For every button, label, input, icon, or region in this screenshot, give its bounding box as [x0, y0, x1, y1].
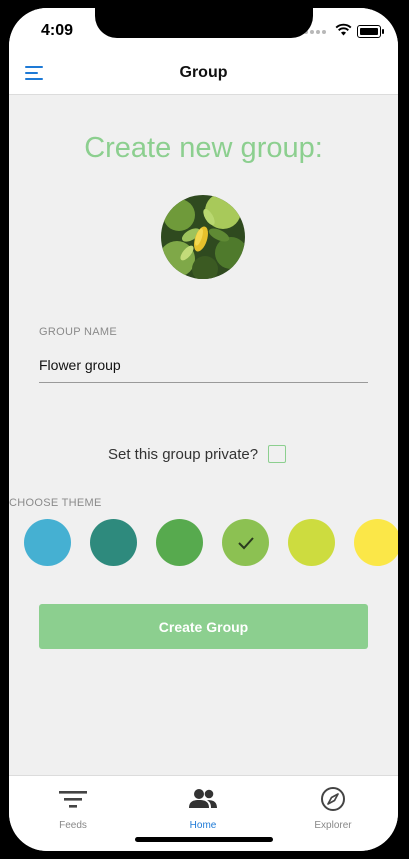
choose-theme-label: CHOOSE THEME [9, 497, 102, 509]
status-time: 4:09 [41, 22, 74, 39]
tab-home-label: Home [189, 820, 217, 831]
checkmark-icon [237, 536, 254, 549]
private-label: Set this group private? [108, 445, 259, 463]
theme-swatch-1[interactable] [24, 519, 71, 566]
group-photo-image [161, 195, 245, 279]
theme-swatch-2[interactable] [90, 519, 137, 566]
create-group-heading: Create new group: [84, 132, 323, 164]
group-name-label: GROUP NAME [39, 326, 117, 338]
group-name-input[interactable] [39, 347, 368, 383]
theme-swatch-row [24, 519, 398, 566]
page-title: Group [179, 64, 228, 81]
theme-swatch-3[interactable] [156, 519, 203, 566]
home-indicator [135, 837, 273, 842]
theme-swatch-6[interactable] [354, 519, 398, 566]
tab-explorer[interactable]: Explorer [283, 786, 383, 831]
tab-feeds-label: Feeds [59, 820, 87, 831]
people-icon [189, 789, 217, 808]
group-image-avatar[interactable] [161, 195, 245, 279]
nav-bar: Group [9, 54, 398, 95]
filter-icon [59, 791, 87, 808]
compass-icon [321, 787, 345, 811]
create-group-button[interactable]: Create Group [39, 604, 368, 649]
tab-home[interactable]: Home [153, 786, 253, 831]
tab-feeds[interactable]: Feeds [23, 786, 123, 831]
theme-swatch-4[interactable] [222, 519, 269, 566]
device-notch [95, 8, 313, 38]
theme-swatch-5[interactable] [288, 519, 335, 566]
app-screen: 4:09 Group Create new group: GROUP NAME … [9, 8, 398, 851]
private-toggle-row: Set this group private? [108, 445, 287, 463]
tab-explorer-label: Explorer [314, 820, 352, 831]
wifi-icon [335, 23, 352, 36]
private-checkbox[interactable] [268, 445, 287, 463]
battery-icon [357, 25, 384, 38]
